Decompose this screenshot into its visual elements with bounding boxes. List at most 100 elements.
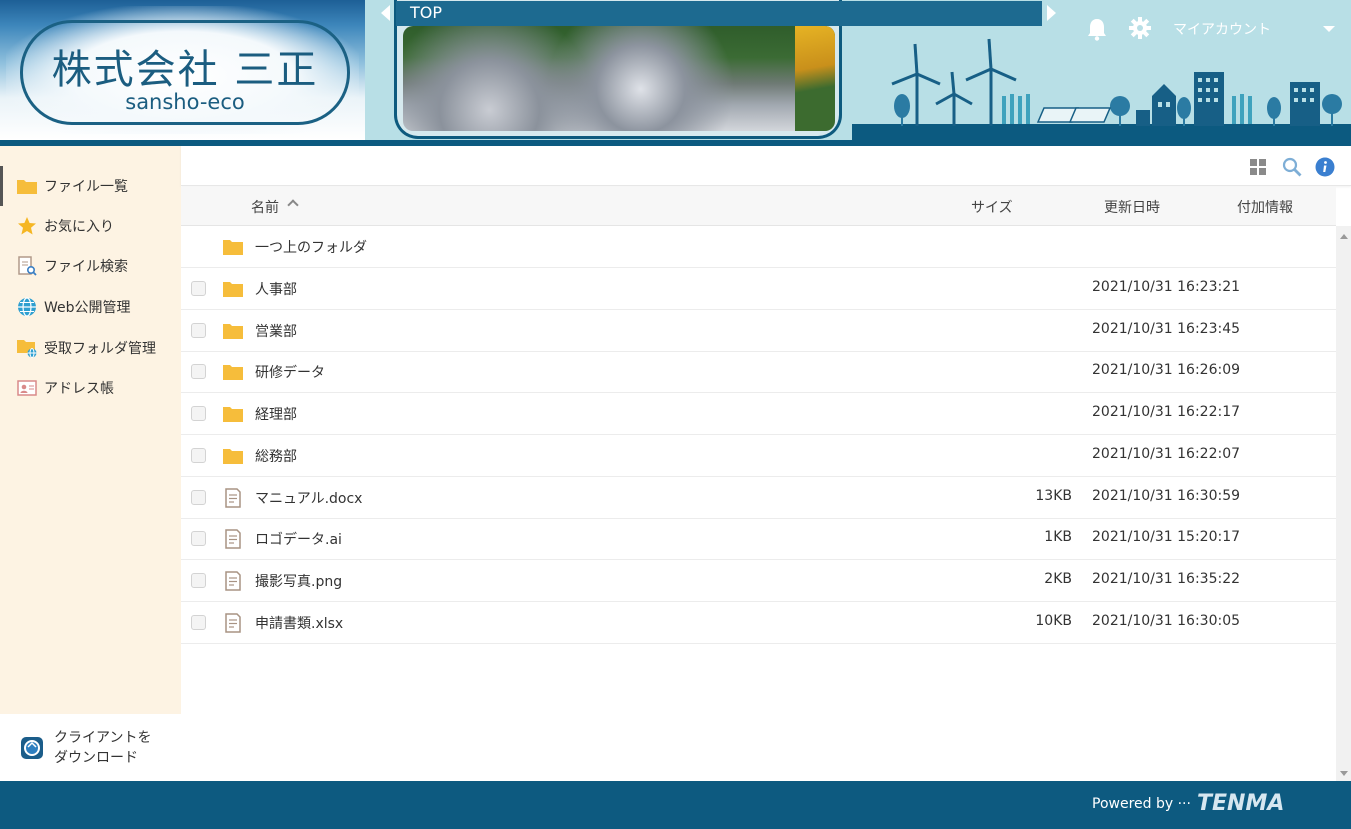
table-row[interactable]: 総務部 2021/10/31 16:22:07 <box>181 435 1336 477</box>
tenma-logo: TENMA <box>1197 791 1285 816</box>
sidebar-item-label: お気に入り <box>44 219 114 235</box>
folder-icon <box>223 365 243 381</box>
row-checkbox[interactable] <box>191 447 206 463</box>
folder-icon <box>223 448 243 464</box>
header-photo <box>403 26 835 131</box>
file-name: 営業部 <box>255 323 297 340</box>
file-updated: 2021/10/31 16:23:21 <box>1092 279 1241 295</box>
sidebar-item-file-search[interactable]: ファイル検索 <box>0 246 181 286</box>
gear-icon[interactable] <box>1129 17 1151 39</box>
breadcrumb-left-arrow-icon[interactable] <box>381 5 390 21</box>
sidebar-item-label: ファイル一覧 <box>44 179 128 195</box>
sidebar-item-label: 受取フォルダ管理 <box>44 341 156 357</box>
scrollbar[interactable] <box>1336 226 1351 781</box>
company-logo[interactable]: 株式会社 三正 sansho-eco <box>0 0 365 140</box>
breadcrumb-top[interactable]: TOP <box>410 3 442 22</box>
file-name: 撮影写真.png <box>255 573 343 590</box>
search-icon[interactable] <box>1282 157 1302 177</box>
receive-folder-icon <box>16 338 38 358</box>
info-icon[interactable] <box>1315 157 1335 177</box>
table-row[interactable]: 営業部 2021/10/31 16:23:45 <box>181 310 1336 352</box>
folder-icon <box>223 407 243 423</box>
table-row[interactable]: 経理部 2021/10/31 16:22:17 <box>181 393 1336 436</box>
file-size: 1KB <box>1044 529 1072 546</box>
row-checkbox[interactable] <box>191 489 206 505</box>
eco-city-illustration <box>852 38 1351 140</box>
row-checkbox[interactable] <box>191 322 206 338</box>
sidebar-item-address-book[interactable]: アドレス帳 <box>0 368 181 408</box>
file-updated: 2021/10/31 16:26:09 <box>1092 362 1241 379</box>
column-header-updated[interactable]: 更新日時 <box>1104 197 1160 217</box>
row-checkbox[interactable] <box>191 614 206 630</box>
scroll-down-icon[interactable] <box>1340 771 1348 776</box>
file-name: 経理部 <box>255 407 297 424</box>
table-row[interactable]: 撮影写真.png 2KB 2021/10/31 16:35:22 <box>181 560 1336 602</box>
file-size: 13KB <box>1035 487 1072 504</box>
file-size: 10KB <box>1035 612 1072 629</box>
row-checkbox[interactable] <box>191 572 206 588</box>
download-client-button[interactable]: クライアントをダウンロード <box>0 714 181 781</box>
file-list-panel: 名前 サイズ 更新日時 付加情報 一つ上のフォルダ 人事部 2021/10/31 … <box>181 146 1351 781</box>
globe-icon <box>16 297 38 317</box>
star-icon <box>16 216 38 236</box>
folder-icon <box>223 240 243 255</box>
sort-ascending-icon[interactable] <box>287 199 299 211</box>
file-size: 2KB <box>1044 570 1072 587</box>
table-row[interactable]: 人事部 2021/10/31 16:23:21 <box>181 268 1336 310</box>
file-updated: 2021/10/31 16:30:05 <box>1092 612 1241 629</box>
powered-by-text: Powered by ··· <box>1092 796 1191 812</box>
folder-icon <box>223 282 243 297</box>
grid-view-icon[interactable] <box>1248 157 1268 177</box>
download-client-icon <box>21 736 43 759</box>
my-account-menu[interactable]: マイアカウント <box>1173 19 1271 39</box>
column-header-size[interactable]: サイズ <box>971 197 1013 217</box>
parent-folder-label: 一つ上のフォルダ <box>255 240 367 256</box>
file-name: 人事部 <box>255 282 297 298</box>
sidebar: ファイル一覧 お気に入り ファイル検索 Web公開管理 受取フォルダ管理 アドレ… <box>0 146 181 781</box>
chevron-down-icon[interactable] <box>1323 26 1335 32</box>
row-checkbox[interactable] <box>191 364 206 380</box>
sidebar-item-receive-folder[interactable]: 受取フォルダ管理 <box>0 328 181 368</box>
file-name: 研修データ <box>255 365 325 382</box>
table-row[interactable]: 申請書類.xlsx 10KB 2021/10/31 16:30:05 <box>181 602 1336 644</box>
footer: Powered by ··· TENMA <box>0 781 1351 829</box>
row-checkbox[interactable] <box>191 531 206 547</box>
file-name: 総務部 <box>255 448 297 465</box>
file-updated: 2021/10/31 16:35:22 <box>1092 570 1241 587</box>
file-updated: 2021/10/31 16:22:17 <box>1092 404 1241 421</box>
file-icon <box>225 529 241 549</box>
file-search-icon <box>16 256 38 276</box>
table-row[interactable]: マニュアル.docx 13KB 2021/10/31 16:30:59 <box>181 477 1336 519</box>
logo-company-subtitle: sansho-eco <box>125 90 245 114</box>
file-icon <box>225 487 241 508</box>
column-header-extra[interactable]: 付加情報 <box>1237 197 1293 217</box>
file-updated: 2021/10/31 16:30:59 <box>1092 487 1241 504</box>
breadcrumb-right-arrow-icon[interactable] <box>1047 5 1056 21</box>
table-header: 名前 サイズ 更新日時 付加情報 <box>181 187 1336 226</box>
row-checkbox[interactable] <box>191 406 206 422</box>
sidebar-item-label: Web公開管理 <box>44 300 131 316</box>
table-row[interactable]: 研修データ 2021/10/31 16:26:09 <box>181 351 1336 394</box>
file-name: 申請書類.xlsx <box>255 615 344 632</box>
excavator-image <box>795 26 835 131</box>
column-header-name[interactable]: 名前 <box>251 197 279 217</box>
logo-badge: 株式会社 三正 sansho-eco <box>20 20 350 125</box>
file-updated: 2021/10/31 16:23:45 <box>1092 320 1241 337</box>
parent-folder-row[interactable]: 一つ上のフォルダ <box>181 226 1336 268</box>
row-checkbox[interactable] <box>191 281 206 296</box>
file-icon <box>225 571 241 591</box>
folder-icon <box>16 176 38 196</box>
sidebar-item-label: アドレス帳 <box>44 381 114 397</box>
logo-company-name: 株式会社 三正 <box>51 47 319 93</box>
app-header: 株式会社 三正 sansho-eco TOP マイアカウント <box>0 0 1351 146</box>
breadcrumb-bar <box>396 1 1042 26</box>
bell-icon[interactable] <box>1086 17 1108 41</box>
sidebar-item-favorites[interactable]: お気に入り <box>0 206 181 246</box>
sidebar-item-file-list[interactable]: ファイル一覧 <box>0 166 181 206</box>
folder-icon <box>223 323 243 339</box>
scroll-up-icon[interactable] <box>1340 234 1348 239</box>
sidebar-item-web-publish[interactable]: Web公開管理 <box>0 287 181 327</box>
file-icon <box>225 612 241 633</box>
file-name: マニュアル.docx <box>255 490 363 507</box>
table-row[interactable]: ロゴデータ.ai 1KB 2021/10/31 15:20:17 <box>181 518 1336 561</box>
